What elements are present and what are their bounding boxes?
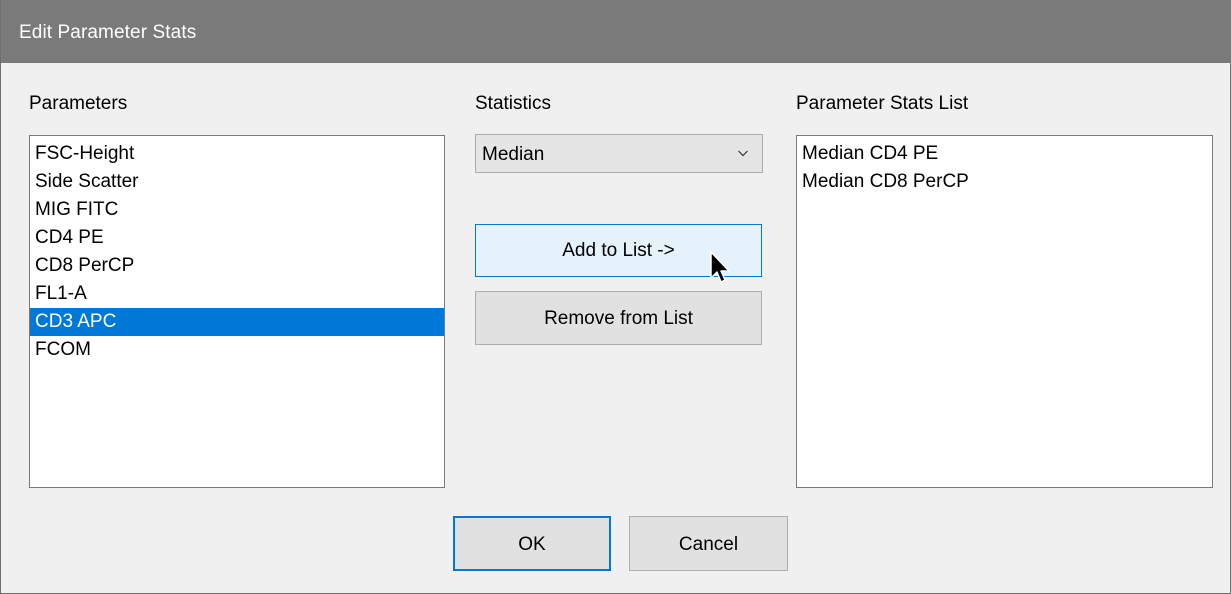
parameter-stats-listbox[interactable]: Median CD4 PE Median CD8 PerCP <box>796 135 1213 488</box>
parameters-label: Parameters <box>29 93 128 114</box>
statistics-label: Statistics <box>475 93 552 114</box>
parameter-list-item[interactable]: CD8 PerCP <box>30 252 444 280</box>
parameter-list-item[interactable]: FCOM <box>30 336 444 364</box>
chevron-down-icon <box>738 150 748 157</box>
parameters-listbox[interactable]: FSC-Height Side Scatter MIG FITC CD4 PE CD8 … <box>29 135 445 488</box>
title-bar[interactable]: Edit Parameter Stats <box>1 0 1231 63</box>
parameter-list-item[interactable]: Side Scatter <box>30 168 444 196</box>
parameter-list-item[interactable]: CD3 APC <box>30 308 444 336</box>
parameter-stats-list-label: Parameter Stats List <box>796 93 969 114</box>
mouse-pointer-icon <box>710 251 730 283</box>
parameter-list-item[interactable]: FSC-Height <box>30 140 444 168</box>
edit-parameter-stats-dialog: Edit Parameter Stats Parameters FSC-Heig… <box>0 0 1231 594</box>
statistics-selected-value: Median <box>482 144 545 165</box>
cancel-label: Cancel <box>678 534 739 555</box>
parameter-list-item[interactable]: MIG FITC <box>30 196 444 224</box>
stats-list-item[interactable]: Median CD8 PerCP <box>797 168 1212 196</box>
parameter-list-item[interactable]: CD4 PE <box>30 224 444 252</box>
parameter-list-item[interactable]: FL1-A <box>30 280 444 308</box>
remove-from-list-label: Remove from List <box>544 308 693 329</box>
remove-from-list-button[interactable]: Remove from List <box>475 291 762 345</box>
statistics-dropdown[interactable]: Median <box>475 134 763 173</box>
stats-list-item[interactable]: Median CD4 PE <box>797 140 1212 168</box>
ok-button[interactable]: OK <box>453 516 611 571</box>
dialog-title: Edit Parameter Stats <box>19 22 197 43</box>
ok-label: OK <box>518 534 546 555</box>
cancel-button[interactable]: Cancel <box>629 516 788 571</box>
